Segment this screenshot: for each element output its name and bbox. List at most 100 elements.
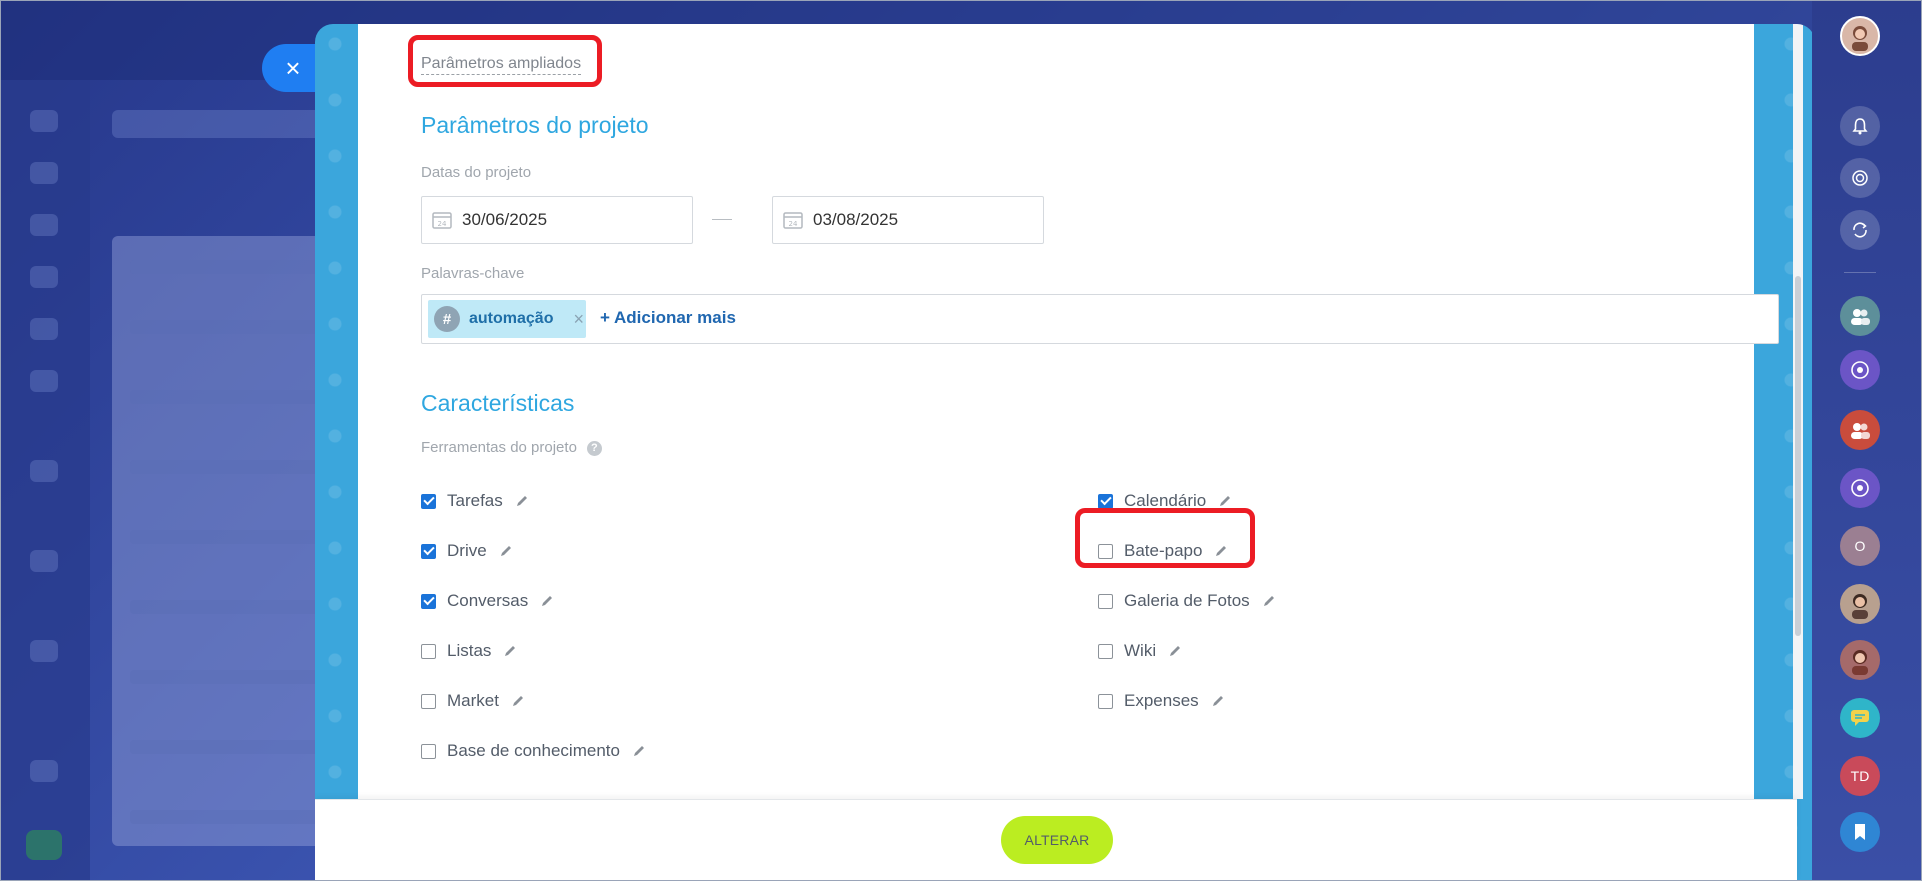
nav-placeholder	[30, 760, 58, 782]
checkbox-conversations[interactable]	[421, 593, 436, 609]
background-row	[130, 530, 330, 544]
tool-knowledge-base[interactable]: Base de conhecimento	[421, 739, 646, 763]
checkbox-drive[interactable]	[421, 543, 436, 559]
calendar-icon-day: 24	[789, 220, 798, 228]
chat-icon	[1851, 361, 1869, 379]
tool-label: Conversas	[447, 591, 529, 610]
user-avatar[interactable]	[1840, 16, 1880, 56]
tool-market[interactable]: Market	[421, 689, 525, 713]
date-end-input[interactable]: 24 03/08/2025	[772, 196, 1044, 244]
checkbox-lists[interactable]	[421, 643, 436, 659]
scrollbar-thumb[interactable]	[1795, 276, 1801, 636]
checkbox-expenses[interactable]	[1098, 693, 1113, 709]
tool-drive[interactable]: Drive	[421, 539, 513, 563]
people-icon	[1851, 423, 1870, 439]
highlight-frame	[408, 35, 602, 87]
sidebar-divider	[1844, 272, 1876, 273]
bookmark-icon	[1855, 824, 1865, 840]
keyword-tag: # automação ×	[428, 300, 586, 338]
pencil-icon[interactable]	[499, 544, 513, 558]
avatar-face-icon	[1852, 594, 1868, 619]
group-chat-1[interactable]	[1840, 296, 1880, 336]
chat-item-1[interactable]	[1840, 350, 1880, 390]
tool-label: Wiki	[1124, 641, 1157, 660]
tool-label: Listas	[447, 641, 492, 660]
pencil-icon[interactable]	[540, 594, 554, 608]
pencil-icon[interactable]	[511, 694, 525, 708]
calendar-icon: 24	[432, 212, 452, 229]
group-chat-2[interactable]	[1840, 410, 1880, 450]
tool-photo-gallery[interactable]: Galeria de Fotos	[1098, 589, 1276, 613]
pencil-icon[interactable]	[632, 744, 646, 758]
calendar-icon: 24	[783, 212, 803, 229]
nav-placeholder	[30, 318, 58, 340]
message-icon	[1851, 710, 1869, 726]
background-row	[130, 810, 330, 824]
close-icon: ×	[285, 52, 301, 83]
keyword-tag-label: automação	[469, 310, 554, 327]
tool-conversations[interactable]: Conversas	[421, 589, 554, 613]
remove-tag-icon[interactable]: ×	[573, 309, 584, 330]
pencil-icon[interactable]	[1211, 694, 1225, 708]
tool-label: Galeria de Fotos	[1124, 591, 1250, 610]
project-tools-label: Ferramentas do projeto?	[421, 439, 602, 456]
background-title	[112, 110, 332, 138]
checkbox-tasks[interactable]	[421, 493, 436, 509]
highlight-frame	[1075, 508, 1255, 568]
checkbox-market[interactable]	[421, 693, 436, 709]
tool-label: Drive	[447, 541, 487, 560]
checkbox-knowledge-base[interactable]	[421, 743, 436, 759]
bell-icon	[1852, 118, 1868, 135]
search-button[interactable]	[1840, 158, 1880, 198]
pencil-icon[interactable]	[1168, 644, 1182, 658]
nav-placeholder	[30, 640, 58, 662]
notifications-button[interactable]	[1840, 106, 1880, 146]
project-dates-label: Datas do projeto	[421, 164, 532, 181]
chat-item-2[interactable]	[1840, 468, 1880, 508]
hashtag-icon: #	[434, 306, 460, 332]
help-icon[interactable]: ?	[586, 441, 602, 456]
date-start-input[interactable]: 24 30/06/2025	[421, 196, 693, 244]
checkbox-calendar[interactable]	[1098, 493, 1113, 509]
tool-label: Expenses	[1124, 691, 1199, 710]
tool-lists[interactable]: Listas	[421, 639, 517, 663]
date-range-separator	[712, 219, 732, 220]
bookmarks-button[interactable]	[1840, 812, 1880, 852]
tool-label: Tarefas	[447, 491, 503, 510]
pencil-icon[interactable]	[1218, 494, 1232, 508]
calendar-icon-day: 24	[438, 220, 447, 228]
sync-button[interactable]	[1840, 210, 1880, 250]
target-icon	[1852, 170, 1868, 186]
nav-placeholder	[30, 370, 58, 392]
tool-label: Market	[447, 691, 499, 710]
tool-wiki[interactable]: Wiki	[1098, 639, 1182, 663]
background-row	[130, 320, 330, 334]
pencil-icon[interactable]	[503, 644, 517, 658]
add-keyword-link[interactable]: + Adicionar mais	[600, 308, 736, 328]
background-row	[130, 670, 330, 684]
user-avatar-o[interactable]: O	[1840, 526, 1880, 566]
user-avatar-2[interactable]	[1840, 584, 1880, 624]
pencil-icon[interactable]	[515, 494, 529, 508]
avatar-initials: TD	[1850, 768, 1870, 784]
checkbox-wiki[interactable]	[1098, 643, 1113, 659]
pencil-icon[interactable]	[1262, 594, 1276, 608]
tool-expenses[interactable]: Expenses	[1098, 689, 1225, 713]
checkbox-photo-gallery[interactable]	[1098, 593, 1113, 609]
user-avatar-3[interactable]	[1840, 640, 1880, 680]
tool-tasks[interactable]: Tarefas	[421, 489, 529, 513]
form-footer: ALTERAR	[315, 799, 1797, 881]
nav-placeholder	[30, 110, 58, 132]
project-params-title: Parâmetros do projeto	[421, 112, 649, 138]
features-title: Características	[421, 390, 575, 416]
form-card: Parâmetros ampliados Parâmetros do proje…	[358, 24, 1779, 799]
refresh-icon	[1853, 222, 1867, 238]
keywords-input[interactable]: # automação × + Adicionar mais	[421, 294, 1779, 344]
user-avatar-td[interactable]: TD	[1840, 756, 1880, 796]
background-status-icon	[26, 830, 62, 860]
feed-chat[interactable]	[1840, 698, 1880, 738]
people-icon	[1851, 309, 1870, 325]
save-button[interactable]: ALTERAR	[1001, 816, 1113, 864]
avatar-face-icon	[1852, 650, 1868, 675]
nav-placeholder	[30, 550, 58, 572]
